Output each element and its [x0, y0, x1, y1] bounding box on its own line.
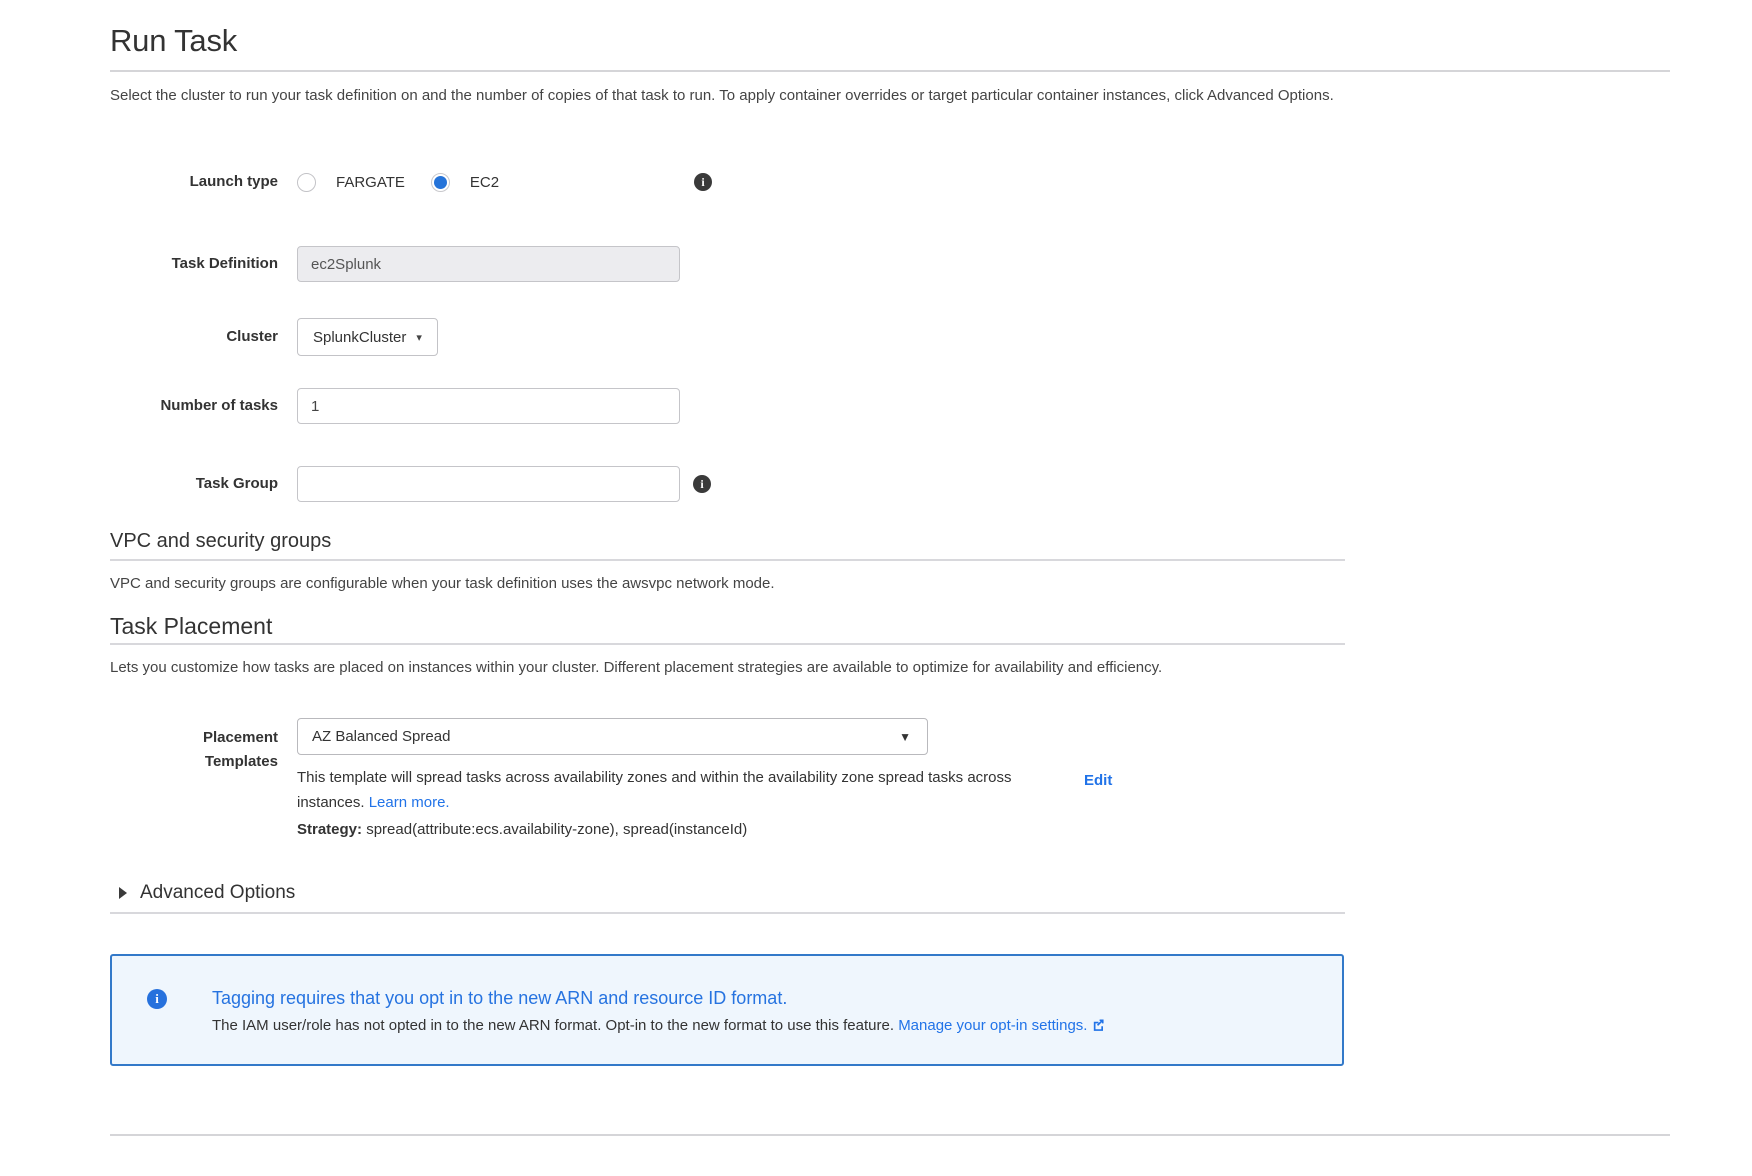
placement-templates-label: Placement Templates [110, 718, 297, 774]
vpc-section-divider [110, 559, 1345, 561]
alert-title: Tagging requires that you opt in to the … [212, 986, 1106, 1010]
task-definition-row: Task Definition [110, 246, 1670, 282]
cluster-label: Cluster [110, 327, 297, 347]
task-group-field[interactable] [297, 466, 680, 502]
task-group-info-icon[interactable]: i [693, 475, 711, 493]
alert-message: The IAM user/role has not opted in to th… [212, 1017, 894, 1034]
strategy-label: Strategy: [297, 821, 362, 838]
task-group-label: Task Group [110, 474, 297, 494]
bottom-divider [110, 1134, 1670, 1136]
task-placement-divider [110, 643, 1345, 645]
alert-info-icon: i [147, 989, 167, 1009]
placement-templates-row: Placement Templates AZ Balanced Spread ▼… [110, 718, 1670, 842]
run-task-page: Run Task Select the cluster to run your … [0, 22, 1752, 1136]
vpc-section-description: VPC and security groups are configurable… [110, 574, 1670, 594]
launch-type-row: Launch type FARGATE EC2 i [110, 172, 1670, 192]
advanced-options-label: Advanced Options [140, 882, 295, 904]
task-definition-label: Task Definition [110, 254, 297, 274]
page-title: Run Task [110, 22, 1670, 60]
ec2-radio-label[interactable]: EC2 [470, 174, 499, 191]
triangle-right-icon [119, 887, 127, 899]
number-of-tasks-row: Number of tasks [110, 388, 1670, 424]
cluster-dropdown-value: SplunkCluster [313, 329, 406, 346]
run-task-form: Launch type FARGATE EC2 i Task Definitio… [110, 172, 1670, 502]
vpc-section-title: VPC and security groups [110, 528, 1670, 554]
fargate-radio[interactable] [297, 173, 316, 192]
task-placement-section-title: Task Placement [110, 612, 1670, 640]
learn-more-link[interactable]: Learn more. [369, 794, 450, 811]
ec2-radio[interactable] [431, 173, 450, 192]
placement-template-select[interactable]: AZ Balanced Spread ▼ [297, 718, 928, 755]
alert-text: The IAM user/role has not opted in to th… [212, 1016, 1106, 1036]
fargate-radio-label[interactable]: FARGATE [336, 174, 405, 191]
placement-template-value: AZ Balanced Spread [312, 728, 450, 745]
placement-templates-group: AZ Balanced Spread ▼ This template will … [297, 718, 1027, 842]
cluster-row: Cluster SplunkCluster ▾ [110, 318, 1670, 356]
task-group-row: Task Group i [110, 466, 1670, 502]
edit-placement-link[interactable]: Edit [1084, 772, 1112, 789]
number-of-tasks-field[interactable] [297, 388, 680, 424]
alert-body: Tagging requires that you opt in to the … [212, 986, 1106, 1036]
tagging-alert: i Tagging requires that you opt in to th… [110, 954, 1344, 1066]
launch-type-info-icon[interactable]: i [694, 173, 712, 191]
task-definition-field [297, 246, 680, 282]
strategy-value: spread(attribute:ecs.availability-zone),… [366, 821, 747, 838]
title-divider [110, 70, 1670, 72]
page-description: Select the cluster to run your task defi… [110, 86, 1670, 106]
placement-template-description: This template will spread tasks across a… [297, 765, 1027, 815]
task-placement-description: Lets you customize how tasks are placed … [110, 658, 1670, 678]
select-caret-icon: ▼ [899, 730, 911, 744]
advanced-options-divider [110, 912, 1345, 914]
cluster-dropdown[interactable]: SplunkCluster ▾ [297, 318, 438, 356]
manage-opt-in-link[interactable]: Manage your opt-in settings. [898, 1017, 1106, 1034]
external-link-icon [1091, 1017, 1106, 1032]
strategy-line: Strategy: spread(attribute:ecs.availabil… [297, 817, 1027, 842]
manage-opt-in-label: Manage your opt-in settings. [898, 1017, 1087, 1034]
launch-type-label: Launch type [110, 172, 297, 192]
chevron-down-icon: ▾ [416, 331, 422, 344]
number-of-tasks-label: Number of tasks [110, 396, 297, 416]
advanced-options-toggle[interactable]: Advanced Options [110, 882, 1670, 904]
